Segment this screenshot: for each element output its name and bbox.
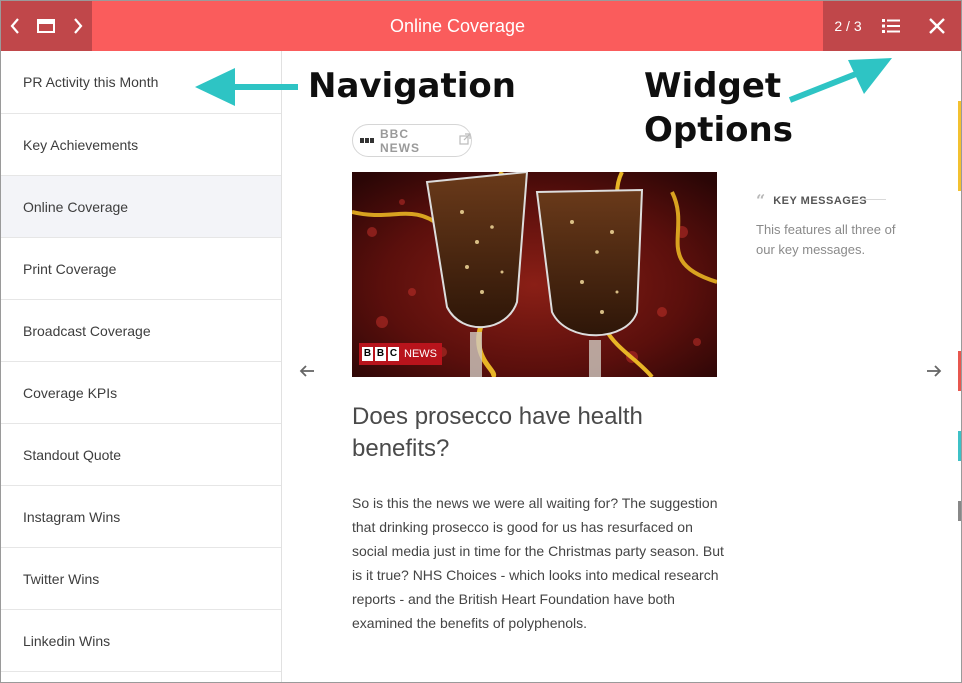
page-counter: 2 / 3 (834, 18, 862, 34)
background-strip (958, 101, 961, 681)
sidebar-item-print-coverage[interactable]: Print Coverage (1, 238, 281, 300)
key-messages-panel: “ KEY MESSAGES This features all three o… (756, 191, 896, 260)
source-label: BBC NEWS (380, 126, 420, 155)
chevron-left-icon[interactable] (9, 17, 21, 35)
arrow-right-icon[interactable] (926, 364, 942, 377)
sidebar-item-instagram-wins[interactable]: Instagram Wins (1, 486, 281, 548)
page-title: Online Coverage (389, 16, 526, 36)
sidebar-item-twitter-wins[interactable]: Twitter Wins (1, 548, 281, 610)
annotation-arrow-up-right-icon (788, 58, 892, 103)
chevron-right-icon[interactable] (72, 17, 84, 35)
quote-icon: “ (756, 191, 766, 210)
sidebar-item-key-achievements[interactable]: Key Achievements (1, 114, 281, 176)
sidebar-item-online-coverage[interactable]: Online Coverage (1, 176, 281, 238)
top-bar: Online Coverage 2 / 3 (1, 1, 961, 51)
sidebar-navigation: PR Activity this Month Key Achievements … (1, 51, 282, 682)
article-body: So is this the news we were all waiting … (352, 495, 724, 631)
sidebar-item-standout-quote[interactable]: Standout Quote (1, 424, 281, 486)
window-icon[interactable] (37, 19, 56, 33)
source-link-button[interactable]: BBC NEWS (352, 124, 472, 157)
annotation-widget-line2: Options (644, 110, 793, 150)
main-content: BBC NEWS B B C NEWS Does prosecco have h… (282, 51, 961, 682)
bbc-news-logo: B B C NEWS (359, 343, 442, 365)
external-link-icon (459, 132, 471, 150)
sidebar-item-coverage-kpis[interactable]: Coverage KPIs (1, 362, 281, 424)
key-messages-title: KEY MESSAGES (773, 194, 868, 207)
annotation-navigation: Navigation (308, 66, 516, 106)
sidebar-item-broadcast-coverage[interactable]: Broadcast Coverage (1, 300, 281, 362)
bbc-mini-logo-icon (360, 138, 374, 143)
annotation-widget-options: Widget Options (644, 64, 793, 152)
key-messages-text: This features all three of our key messa… (756, 222, 896, 257)
article-image: B B C NEWS (352, 172, 717, 377)
sidebar-item-linkedin-wins[interactable]: Linkedin Wins (1, 610, 281, 672)
close-icon[interactable] (926, 15, 948, 37)
divider (846, 199, 886, 200)
annotation-widget-line1: Widget (644, 66, 782, 106)
left-controls (1, 1, 92, 51)
annotation-arrow-left-icon (195, 68, 298, 106)
arrow-left-icon[interactable] (299, 364, 315, 377)
article-headline: Does prosecco have health benefits? (352, 403, 643, 462)
list-icon[interactable] (881, 16, 901, 36)
